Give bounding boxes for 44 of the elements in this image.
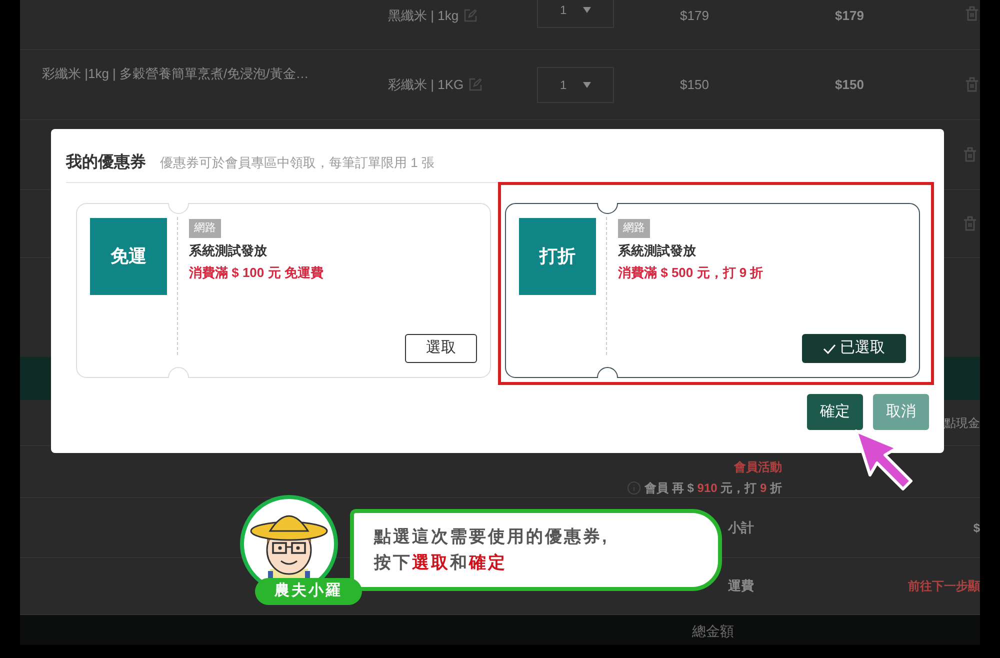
- quantity-select[interactable]: 1: [537, 66, 614, 102]
- member-activity-title: 會員活動: [734, 459, 782, 476]
- confirm-button[interactable]: 確定: [807, 394, 863, 430]
- coupon-tag: 網路: [618, 219, 650, 238]
- coupon-title: 系統測試發放: [618, 242, 696, 260]
- variant-label: 黑纖米 | 1kg: [388, 7, 459, 25]
- guide-name-badge: 農夫小羅: [255, 578, 362, 605]
- member-activity-text: 會員 再 $ 910 元，打 9 折: [644, 480, 782, 497]
- summary-value: $: [972, 520, 980, 536]
- caret-icon: [583, 7, 591, 13]
- line-total: $150: [835, 76, 865, 94]
- coupon-card[interactable]: 打折 網路 系統測試發放 消費滿 $ 500 元，打 9 折 已選取: [505, 203, 920, 378]
- select-button[interactable]: 已選取: [802, 334, 906, 363]
- guide-speech-bubble: 點選這次需要使用的優惠券, 按下選取和確定: [350, 509, 722, 591]
- trash-icon[interactable]: [963, 216, 977, 231]
- coupon-type-badge: 打折: [519, 218, 596, 295]
- caret-icon: [583, 82, 591, 88]
- product-name[interactable]: 彩纖米 |1kg | 多穀營養簡單烹煮/免浸泡/黃金…: [42, 66, 309, 81]
- summary-value: 前往下一步顯: [907, 578, 980, 595]
- select-button[interactable]: 選取: [405, 334, 477, 363]
- check-icon: [823, 344, 836, 354]
- coupon-tag: 網路: [189, 219, 221, 238]
- coupon-condition: 消費滿 $ 500 元，打 9 折: [618, 264, 764, 282]
- summary-label: 運費: [728, 577, 755, 596]
- unit-price: $179: [680, 7, 710, 25]
- dialog-title: 我的優惠券: [66, 152, 146, 173]
- dialog-subtitle: 優惠券可於會員專區中領取，每筆訂單限用 1 張: [160, 154, 434, 172]
- points-label: 點現金: [944, 414, 980, 432]
- trash-icon[interactable]: [965, 6, 979, 21]
- variant-label: 彩纖米 | 1KG: [388, 76, 464, 94]
- edit-icon[interactable]: [464, 9, 477, 22]
- unit-price: $150: [680, 76, 710, 94]
- trash-icon[interactable]: [963, 147, 977, 162]
- total-label: 總金額: [692, 622, 734, 641]
- coupon-title: 系統測試發放: [189, 242, 267, 260]
- coupon-card[interactable]: 免運 網路 系統測試發放 消費滿 $ 100 元 免運費 選取: [76, 203, 491, 378]
- quantity-select[interactable]: 1: [537, 0, 614, 28]
- trash-icon[interactable]: [965, 77, 979, 92]
- coupon-condition: 消費滿 $ 100 元 免運費: [189, 264, 324, 282]
- coupon-type-badge: 免運: [90, 218, 167, 295]
- edit-icon[interactable]: [468, 78, 482, 91]
- line-total: $179: [835, 7, 865, 25]
- info-icon: [626, 481, 641, 495]
- summary-label: 小計: [728, 518, 755, 537]
